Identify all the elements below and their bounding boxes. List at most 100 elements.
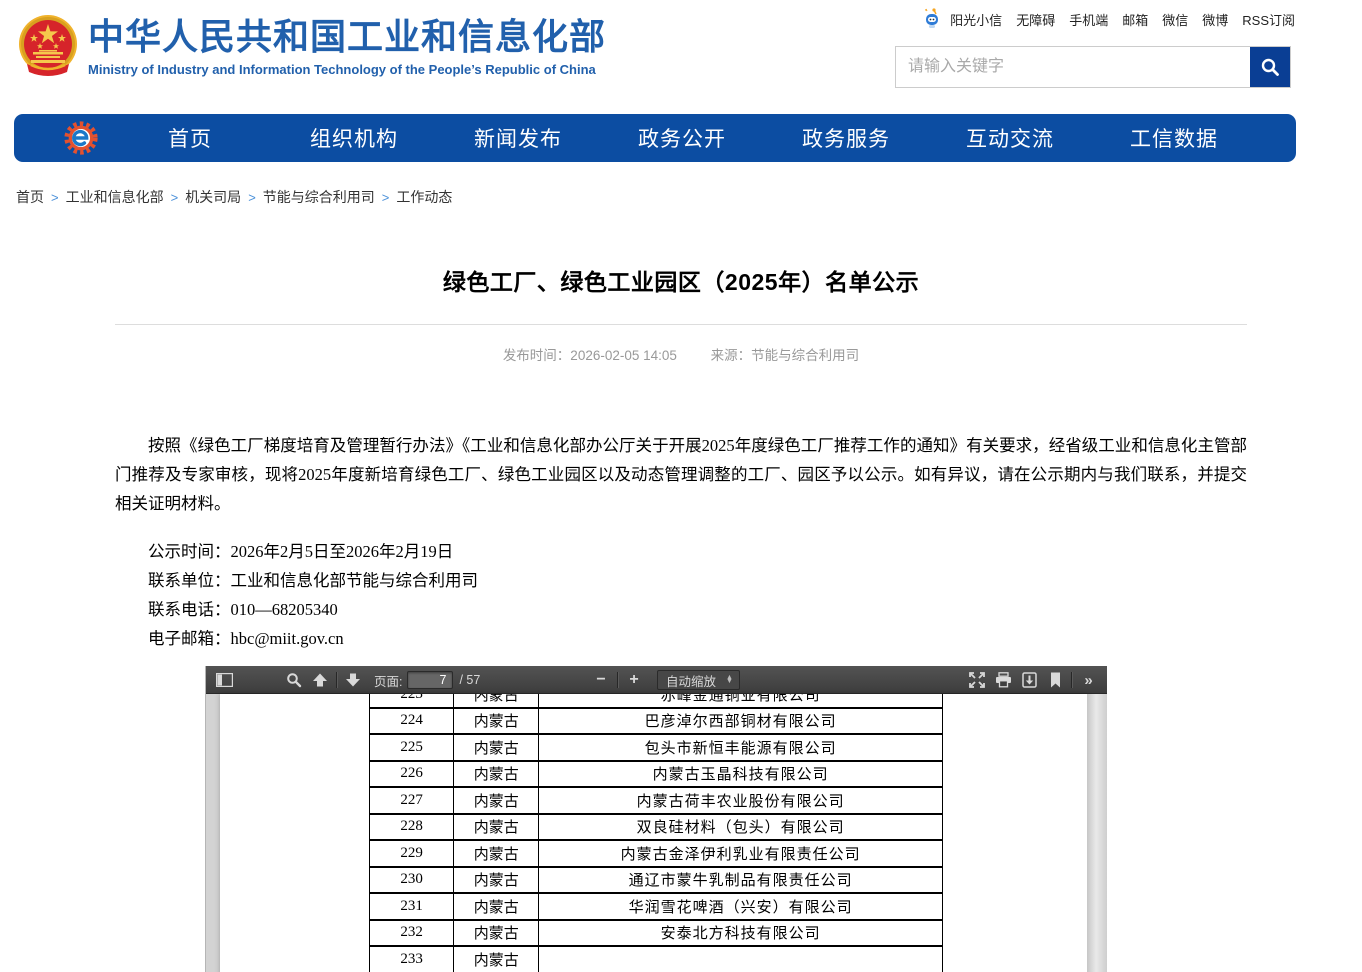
cell-number: 228	[370, 814, 454, 841]
cell-number: 227	[370, 787, 454, 814]
cell-province: 内蒙古	[454, 694, 539, 708]
sidebar-toggle-button[interactable]	[211, 668, 237, 692]
breadcrumb-item-1[interactable]: 工业和信息化部	[66, 189, 164, 205]
download-button[interactable]	[1016, 668, 1042, 692]
cell-number: 231	[370, 893, 454, 920]
cell-number: 230	[370, 867, 454, 894]
breadcrumb-separator: >	[382, 190, 390, 205]
cell-company	[539, 946, 943, 972]
site-header: 中华人民共和国工业和信息化部 Ministry of Industry and …	[0, 0, 1362, 100]
table-row: 232内蒙古安泰北方科技有限公司	[370, 920, 943, 947]
contact-info-line-0: 公示时间：2026年2月5日至2026年2月19日	[115, 537, 1247, 566]
zoom-mode-value: 自动缩放	[666, 671, 716, 690]
cell-province: 内蒙古	[454, 893, 539, 920]
table-row: 224内蒙古巴彦淖尔西部铜材有限公司	[370, 708, 943, 735]
cell-number: 223	[370, 694, 454, 708]
print-icon	[995, 672, 1012, 688]
table-row: 229内蒙古内蒙古金泽伊利乳业有限责任公司	[370, 840, 943, 867]
table-row: 223内蒙古赤峰金通铜业有限公司	[370, 694, 943, 708]
nav-item-6[interactable]: 工信数据	[1092, 123, 1256, 153]
quick-link-5[interactable]: 微博	[1202, 10, 1228, 29]
publish-time: 发布时间：2026-02-05 14:05	[503, 348, 677, 363]
main-nav: 首页组织机构新闻发布政务公开政务服务互动交流工信数据	[14, 114, 1296, 162]
search-input[interactable]	[896, 47, 1250, 87]
quick-link-4[interactable]: 微信	[1162, 10, 1188, 29]
article-meta: 发布时间：2026-02-05 14:05 来源：节能与综合利用司	[115, 344, 1247, 364]
quick-link-0[interactable]: 阳光小信	[950, 10, 1002, 29]
cell-number: 225	[370, 734, 454, 761]
pdf-viewer: 页面: / 57 − + 自动缩放 ▲▼	[205, 666, 1107, 972]
find-button[interactable]	[281, 668, 307, 692]
cell-province: 内蒙古	[454, 946, 539, 972]
cell-province: 内蒙古	[454, 814, 539, 841]
nav-item-2[interactable]: 新闻发布	[436, 123, 600, 153]
cell-company: 包头市新恒丰能源有限公司	[539, 734, 943, 761]
breadcrumb-item-4: 工作动态	[396, 189, 452, 205]
zoom-in-button[interactable]: +	[621, 668, 647, 692]
cell-company: 安泰北方科技有限公司	[539, 920, 943, 947]
breadcrumb-item-2[interactable]: 机关司局	[185, 189, 241, 205]
sidebar-toggle-icon	[216, 673, 233, 687]
site-title: 中华人民共和国工业和信息化部	[88, 16, 606, 57]
contact-info-line-2: 联系电话：010—68205340	[115, 595, 1247, 624]
quick-links: 阳光小信无障碍手机端邮箱微信微博 RSS订阅	[895, 8, 1295, 30]
nav-item-3[interactable]: 政务公开	[600, 123, 764, 153]
national-emblem-icon	[17, 12, 79, 82]
zoom-out-button[interactable]: −	[588, 668, 614, 692]
cell-company: 内蒙古玉晶科技有限公司	[539, 761, 943, 788]
article-source: 来源：节能与综合利用司	[711, 348, 860, 363]
select-arrows-icon: ▲▼	[726, 676, 733, 684]
table-row: 227内蒙古内蒙古荷丰农业股份有限公司	[370, 787, 943, 814]
more-tools-button[interactable]: »	[1075, 668, 1101, 692]
pdf-scrollbar[interactable]	[1087, 694, 1107, 972]
article-paragraph: 按照《绿色工厂梯度培育及管理暂行办法》《工业和信息化部办公厅关于开展2025年度…	[115, 431, 1247, 518]
search-button[interactable]	[1250, 47, 1290, 87]
search-icon	[1260, 57, 1280, 77]
nav-item-1[interactable]: 组织机构	[272, 123, 436, 153]
pdf-toolbar: 页面: / 57 − + 自动缩放 ▲▼	[206, 666, 1107, 694]
nav-item-0[interactable]: 首页	[108, 123, 272, 153]
previous-page-button[interactable]	[307, 668, 333, 692]
cell-company: 内蒙古荷丰农业股份有限公司	[539, 787, 943, 814]
quick-link-2[interactable]: 手机端	[1069, 10, 1108, 29]
breadcrumb-item-0[interactable]: 首页	[16, 189, 44, 205]
cell-province: 内蒙古	[454, 920, 539, 947]
print-button[interactable]	[990, 668, 1016, 692]
breadcrumb-separator: >	[51, 190, 59, 205]
cell-province: 内蒙古	[454, 840, 539, 867]
page-title: 绿色工厂、绿色工业园区（2025年）名单公示	[115, 263, 1247, 297]
site-subtitle: Ministry of Industry and Information Tec…	[88, 62, 606, 77]
contact-info-line-1: 联系单位：工业和信息化部节能与综合利用司	[115, 566, 1247, 595]
page-up-icon	[312, 673, 328, 687]
page-label: 页面:	[374, 671, 402, 690]
breadcrumb-separator: >	[171, 190, 179, 205]
zoom-mode-select[interactable]: 自动缩放 ▲▼	[657, 670, 740, 690]
mascot-icon	[922, 8, 942, 30]
download-icon	[1022, 672, 1037, 688]
presentation-mode-icon	[969, 672, 985, 688]
gear-e-logo-icon	[62, 119, 100, 157]
quick-link-1[interactable]: 无障碍	[1016, 10, 1055, 29]
pdf-content-area: 223内蒙古赤峰金通铜业有限公司224内蒙古巴彦淖尔西部铜材有限公司225内蒙古…	[206, 694, 1107, 972]
contact-info: 公示时间：2026年2月5日至2026年2月19日联系单位：工业和信息化部节能与…	[115, 537, 1247, 653]
nav-item-5[interactable]: 互动交流	[928, 123, 1092, 153]
search-bar	[895, 46, 1291, 88]
quick-link-6[interactable]: RSS订阅	[1242, 10, 1295, 29]
bookmark-button[interactable]	[1042, 668, 1068, 692]
presentation-mode-button[interactable]	[964, 668, 990, 692]
pdf-page: 223内蒙古赤峰金通铜业有限公司224内蒙古巴彦淖尔西部铜材有限公司225内蒙古…	[220, 694, 1087, 972]
breadcrumb-item-3[interactable]: 节能与综合利用司	[263, 189, 375, 205]
title-divider	[115, 324, 1247, 325]
cell-province: 内蒙古	[454, 708, 539, 735]
page-total: / 57	[459, 673, 480, 687]
quick-link-3[interactable]: 邮箱	[1122, 10, 1148, 29]
cell-company: 华润雪花啤酒（兴安）有限公司	[539, 893, 943, 920]
page-number-input[interactable]	[407, 671, 453, 689]
next-page-button[interactable]	[340, 668, 366, 692]
page-down-icon	[345, 673, 361, 687]
table-row: 233内蒙古	[370, 946, 943, 972]
cell-company: 内蒙古金泽伊利乳业有限责任公司	[539, 840, 943, 867]
table-row: 228内蒙古双良硅材料（包头）有限公司	[370, 814, 943, 841]
breadcrumb: 首页>工业和信息化部>机关司局>节能与综合利用司>工作动态	[16, 187, 1362, 207]
nav-item-4[interactable]: 政务服务	[764, 123, 928, 153]
